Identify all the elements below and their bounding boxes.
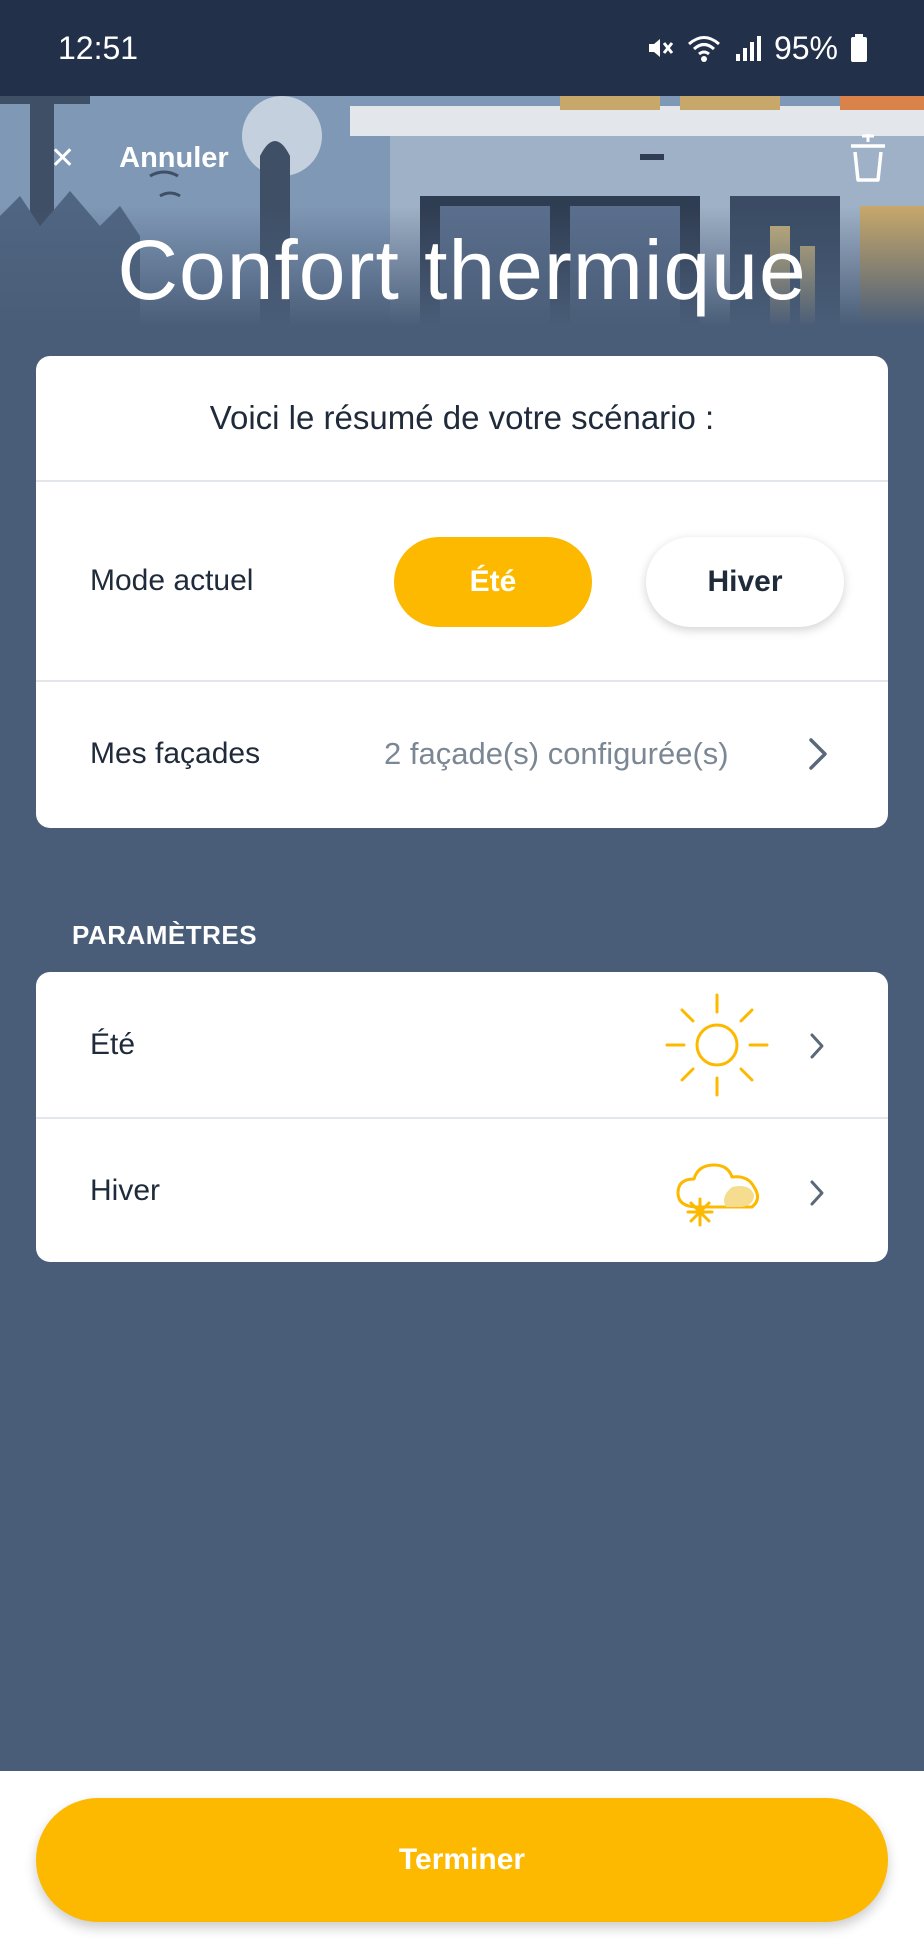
battery-percent: 95% <box>773 29 838 66</box>
signal-icon <box>735 36 761 61</box>
parameter-summer-row[interactable]: Été <box>36 972 888 1117</box>
summary-card: Voici le résumé de votre scénario : Mode… <box>36 356 888 828</box>
current-mode-label: Mode actuel <box>90 564 254 597</box>
facades-value: 2 façade(s) configurée(s) <box>384 736 729 771</box>
finish-button[interactable]: Terminer <box>36 1798 888 1922</box>
snow-cloud-icon <box>676 1163 759 1227</box>
status-bar: 12:51 95% <box>0 0 924 96</box>
trash-icon <box>851 134 885 182</box>
delete-button[interactable] <box>848 132 888 189</box>
mute-icon <box>648 39 674 57</box>
parameters-section-title: PARAMÈTRES <box>72 920 258 950</box>
battery-icon <box>851 34 867 62</box>
chevron-right-icon <box>809 738 827 770</box>
page-title: Confort thermique <box>117 223 807 317</box>
status-icons: 95% <box>644 30 868 67</box>
cancel-label: Annuler <box>119 142 229 174</box>
chevron-right-icon <box>810 1180 824 1206</box>
mode-summer-button[interactable]: Été <box>394 537 592 627</box>
current-mode-row: Mode actuel Été Hiver <box>36 482 888 682</box>
bottom-panel: Terminer <box>0 1771 924 1951</box>
status-time: 12:51 <box>58 29 139 66</box>
parameter-winter-row[interactable]: Hiver <box>36 1117 888 1262</box>
cancel-button[interactable]: ✕ Annuler <box>50 142 229 175</box>
facades-row[interactable]: Mes façades 2 façade(s) configurée(s) <box>36 682 888 826</box>
facades-label: Mes façades <box>90 737 261 770</box>
parameters-card: Été Hiver <box>36 972 888 1262</box>
mode-winter-button[interactable]: Hiver <box>646 537 844 627</box>
summary-heading: Voici le résumé de votre scénario : <box>36 356 888 482</box>
wifi-icon <box>687 36 720 62</box>
close-icon: ✕ <box>50 141 76 175</box>
parameter-winter-label: Hiver <box>90 1173 161 1207</box>
chevron-right-icon <box>810 1033 824 1059</box>
sun-icon <box>665 993 769 1097</box>
parameter-summer-label: Été <box>90 1027 136 1061</box>
